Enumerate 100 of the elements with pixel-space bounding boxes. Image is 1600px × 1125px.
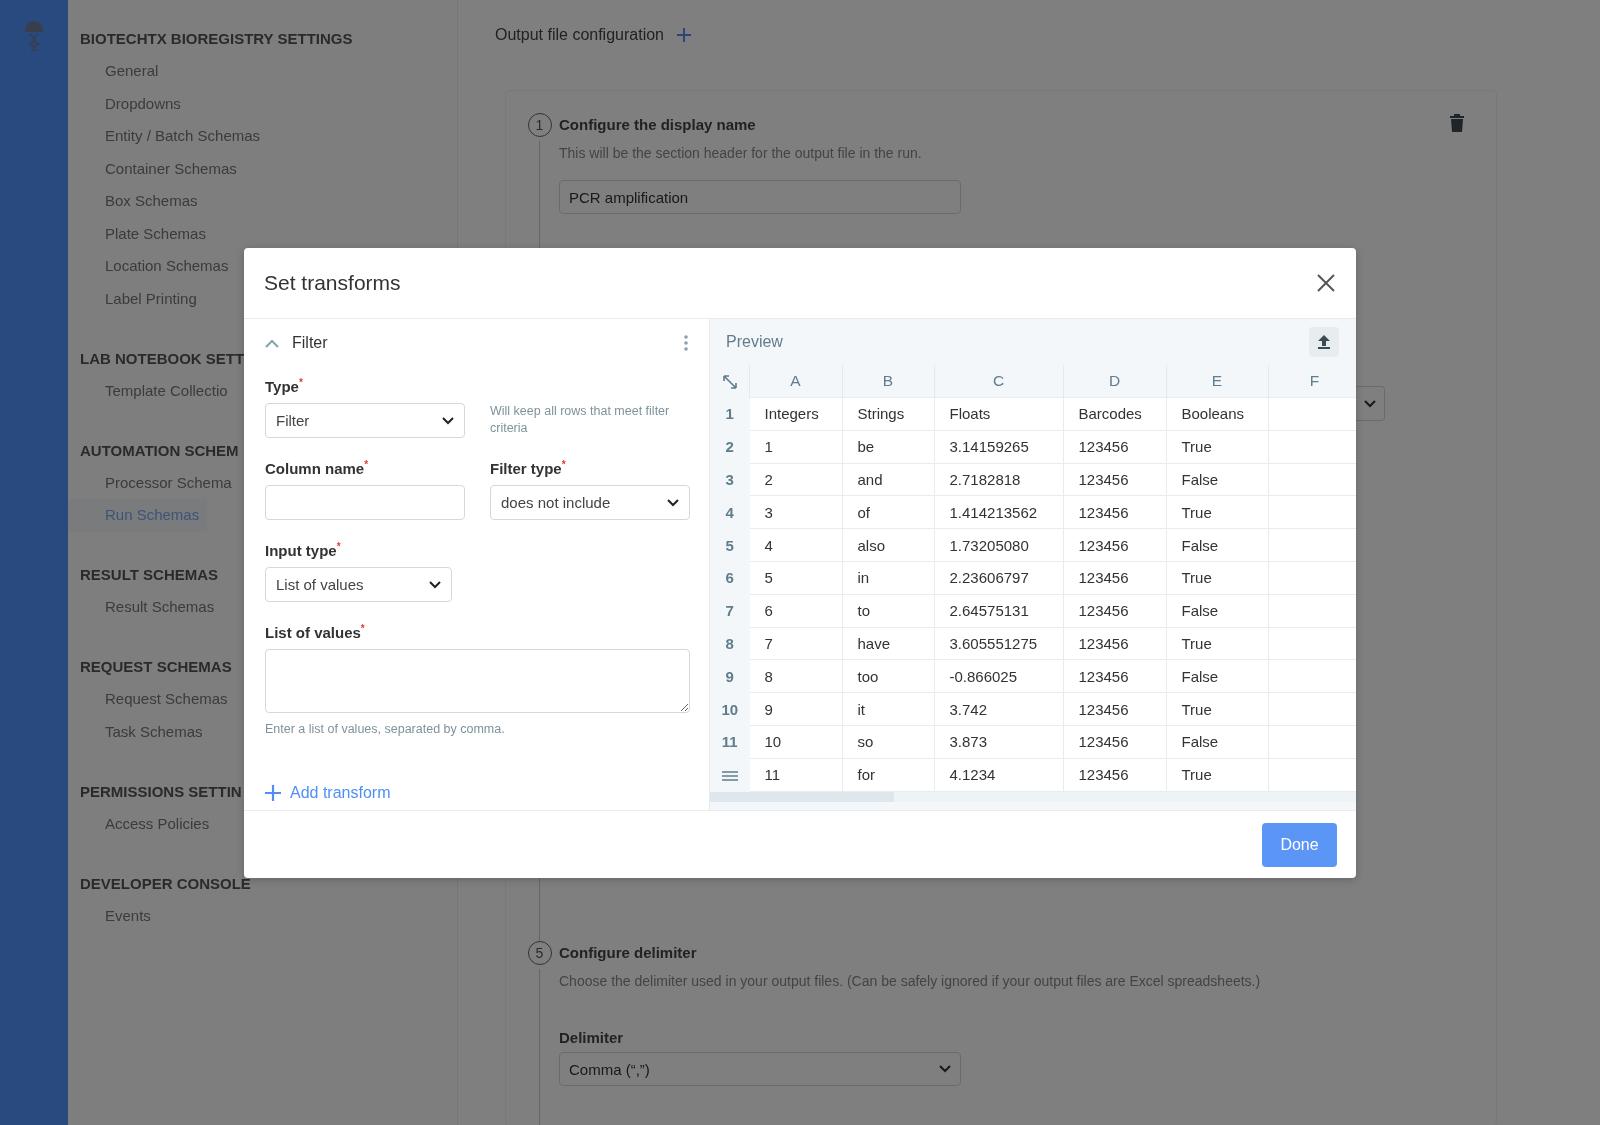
column-header: D xyxy=(1063,365,1166,398)
field-label: Input type$^{*}$ xyxy=(265,541,342,559)
add-transform-button[interactable]: Add transform xyxy=(265,784,391,802)
help-text: Enter a list of values, separated by comma. xyxy=(265,722,506,736)
display-name-field[interactable]: PCR amplification xyxy=(559,180,961,214)
table-cell: 3 xyxy=(749,495,842,529)
table-cell: so xyxy=(842,725,934,759)
section-heading: PERMISSIONS SETTIN xyxy=(80,781,242,802)
step-description: This will be the section header for the output file in the run. xyxy=(559,145,923,161)
column-header: A xyxy=(749,365,842,398)
column-header: F xyxy=(1268,365,1356,398)
plus-icon xyxy=(265,785,281,801)
upload-button[interactable] xyxy=(1309,327,1339,357)
table-cell: 10 xyxy=(749,725,842,759)
table-cell: 123456 xyxy=(1063,463,1166,496)
table-cell: 2.64575131 xyxy=(934,594,1063,628)
table-cell: True xyxy=(1166,430,1268,464)
sidebar-item[interactable]: Plate Schemas xyxy=(68,217,214,250)
chevron-up-icon[interactable] xyxy=(265,338,279,348)
table-cell: 4.1234 xyxy=(934,758,1063,792)
sidebar-item[interactable]: Run Schemas xyxy=(68,499,208,532)
more-icon[interactable] xyxy=(684,335,688,351)
trash-icon[interactable] xyxy=(1449,113,1465,133)
values-textarea[interactable] xyxy=(265,649,690,713)
column-header: E xyxy=(1166,365,1268,398)
sidebar-item[interactable]: Entity / Batch Schemas xyxy=(68,120,269,153)
table-cell: 123456 xyxy=(1063,692,1166,726)
section-heading: AUTOMATION SCHEM xyxy=(80,440,239,461)
sidebar-item[interactable]: Template Collectio xyxy=(68,374,236,407)
column-name-field[interactable] xyxy=(265,485,465,520)
table-cell: 3.742 xyxy=(934,692,1063,726)
section-heading: REQUEST SCHEMAS xyxy=(80,657,232,677)
section-heading: BIOTECHTX BIOREGISTRY SETTINGS xyxy=(80,29,353,49)
table-cell: True xyxy=(1166,561,1268,595)
step-title: Configure delimiter xyxy=(559,944,697,961)
field-label: Type$^{*}$ xyxy=(265,377,304,395)
table-cell: 3.14159265 xyxy=(934,430,1063,464)
hint-text: Will keep all rows that meet filter criteria xyxy=(490,403,671,437)
table-cell: of xyxy=(842,495,934,529)
expand-icon[interactable] xyxy=(722,374,737,389)
table-cell: Integers xyxy=(749,397,842,431)
table-cell: and xyxy=(842,463,934,496)
table-cell: Floats xyxy=(934,397,1063,431)
table-cell: 123456 xyxy=(1063,594,1166,628)
close-icon[interactable] xyxy=(1316,273,1336,293)
chevron-down-icon xyxy=(442,416,454,425)
type-select[interactable]: Filter xyxy=(265,403,465,438)
upload-icon xyxy=(1317,334,1331,350)
dropdown-field[interactable] xyxy=(1355,386,1385,421)
table-cell: too xyxy=(842,659,934,693)
sidebar-item[interactable]: Container Schemas xyxy=(68,152,245,185)
table-cell: True xyxy=(1166,692,1268,726)
table-cell: 2.23606797 xyxy=(934,561,1063,595)
table-cell: 7 xyxy=(749,627,842,660)
page-title: Output file configuration xyxy=(495,26,664,44)
sidebar-item[interactable]: General xyxy=(68,55,167,88)
table-cell: 8 xyxy=(749,659,842,693)
table-cell: False xyxy=(1166,725,1268,759)
table-cell: Strings xyxy=(842,397,934,431)
sidebar-item[interactable]: Result Schemas xyxy=(68,591,223,624)
sidebar-item[interactable]: Location Schemas xyxy=(68,250,237,283)
sidebar-item[interactable]: Events xyxy=(68,899,159,932)
table-cell: 123456 xyxy=(1063,725,1166,759)
table-cell: False xyxy=(1166,463,1268,496)
step-title: Configure the display name xyxy=(559,116,756,133)
table-cell: 3.873 xyxy=(934,725,1063,759)
table-cell: 123456 xyxy=(1063,528,1166,562)
plus-icon[interactable] xyxy=(676,27,692,43)
table-cell: 2.7182818 xyxy=(934,463,1063,496)
table-cell: 2 xyxy=(749,463,842,496)
sidebar-item[interactable]: Access Policies xyxy=(68,807,218,840)
chevron-down-icon xyxy=(667,498,679,507)
table-cell: 4 xyxy=(749,528,842,562)
table-cell: 1.73205080 xyxy=(934,528,1063,562)
scrollbar-thumb[interactable] xyxy=(710,791,894,802)
sidebar-item[interactable]: Task Schemas xyxy=(68,715,211,748)
table-cell: 3.605551275 xyxy=(934,627,1063,660)
table-cell: False xyxy=(1166,659,1268,693)
table-cell: 1.414213562 xyxy=(934,495,1063,529)
table-cell: False xyxy=(1166,528,1268,562)
sidebar-item[interactable]: Label Printing xyxy=(68,282,205,315)
chevron-down-icon xyxy=(1363,399,1376,408)
table-cell: to xyxy=(842,594,934,628)
preview-title: Preview xyxy=(726,333,783,351)
section-heading: RESULT SCHEMAS xyxy=(80,565,219,585)
chevron-down-icon xyxy=(429,580,441,589)
drag-handle-icon[interactable] xyxy=(721,771,738,782)
input-type-select[interactable]: List of values xyxy=(265,567,452,602)
delimiter-select[interactable]: Comma (“,”) xyxy=(559,1052,961,1086)
field-label: Filter type$^{*}$ xyxy=(490,459,567,477)
table-cell: Barcodes xyxy=(1063,397,1166,431)
done-button[interactable]: Done xyxy=(1262,822,1337,867)
sidebar-item[interactable]: Processor Schema xyxy=(68,466,240,499)
section-heading: LAB NOTEBOOK SETT xyxy=(80,348,245,369)
filter-type-select[interactable]: does not include xyxy=(490,485,690,520)
column-header: C xyxy=(934,365,1063,398)
table-cell: also xyxy=(842,528,934,562)
sidebar-item[interactable]: Box Schemas xyxy=(68,185,206,218)
sidebar-item[interactable]: Request Schemas xyxy=(68,683,236,716)
sidebar-item[interactable]: Dropdowns xyxy=(68,87,189,120)
